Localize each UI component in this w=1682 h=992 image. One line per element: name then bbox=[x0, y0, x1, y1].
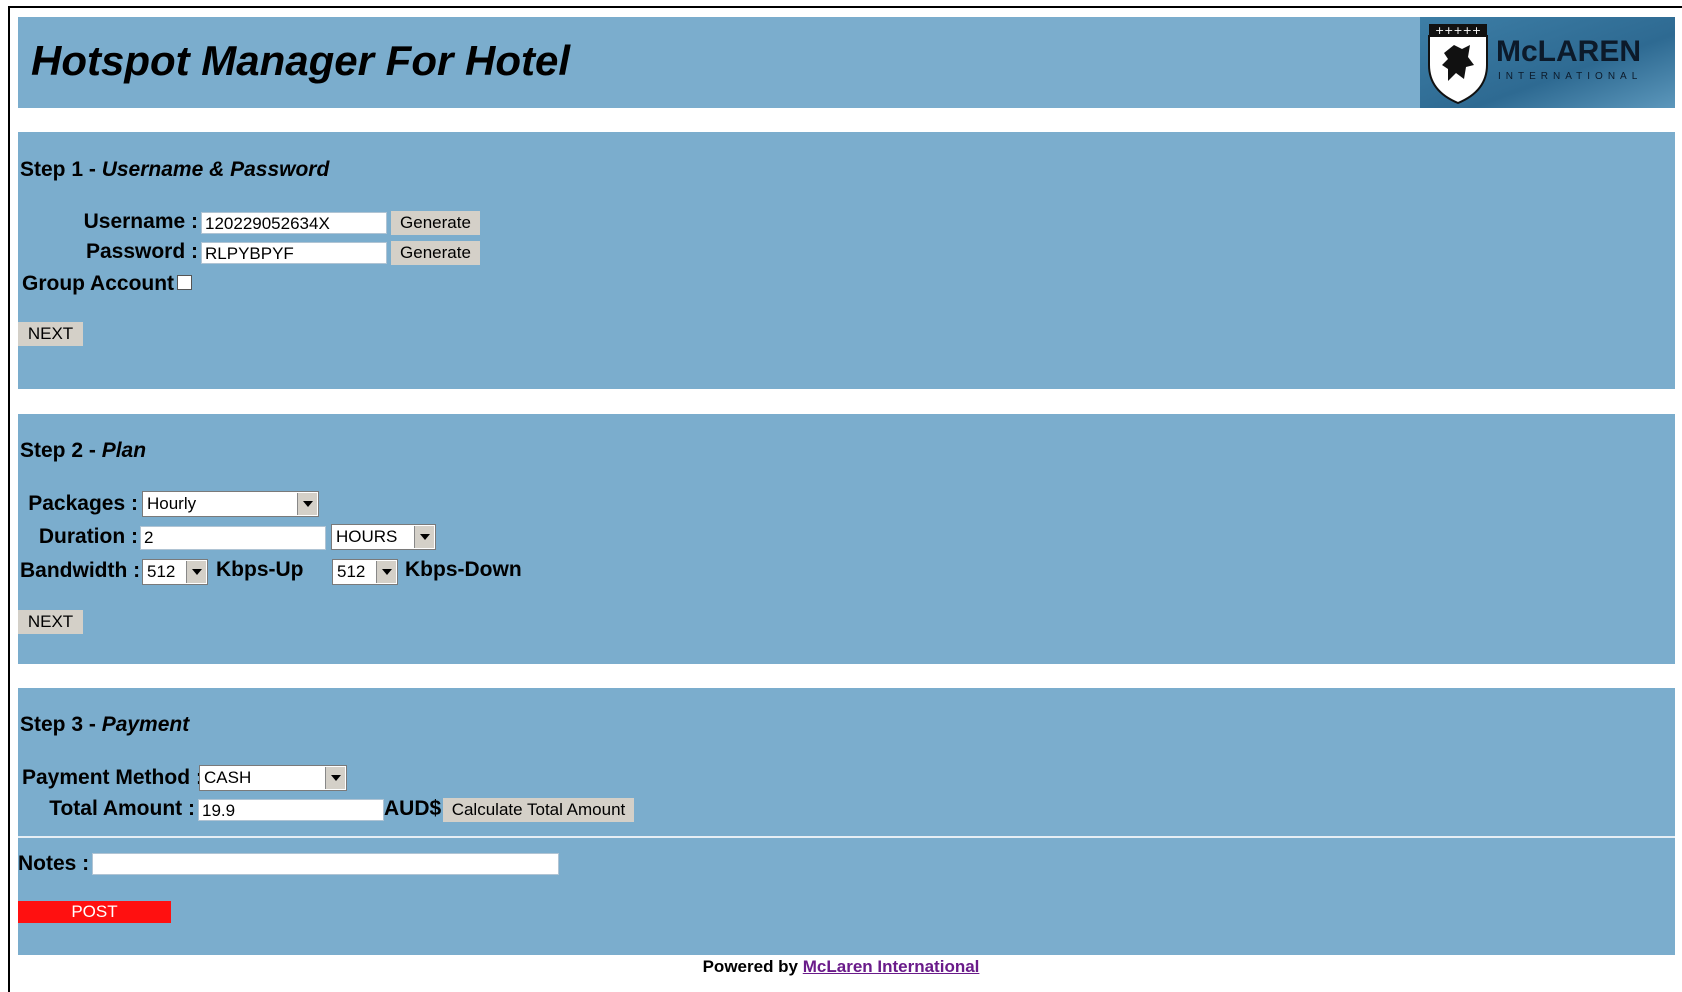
generate-username-button[interactable]: Generate bbox=[391, 211, 480, 235]
step2-heading-prefix: Step 2 - bbox=[20, 439, 102, 462]
bandwidth-up-unit: Kbps-Up bbox=[216, 558, 304, 581]
packages-select[interactable]: Hourly bbox=[142, 491, 319, 517]
duration-label: Duration : bbox=[38, 525, 138, 548]
group-account-label: Group Account bbox=[22, 272, 175, 295]
currency-label: AUD$ bbox=[384, 797, 442, 820]
step2-panel: Step 2 - Plan Packages : Hourly Duration… bbox=[18, 414, 1675, 664]
packages-label: Packages : bbox=[28, 492, 138, 515]
shield-lion-icon: +++++ bbox=[1428, 24, 1488, 105]
powered-by-text: Powered by bbox=[702, 957, 799, 976]
page-title: Hotspot Manager For Hotel bbox=[31, 37, 571, 84]
bandwidth-down-select[interactable]: 512 bbox=[332, 559, 398, 585]
calculate-total-button[interactable]: Calculate Total Amount bbox=[443, 798, 634, 822]
step2-heading-name: Plan bbox=[101, 439, 147, 462]
total-amount-label: Total Amount : bbox=[49, 797, 195, 820]
footer: Powered by McLaren International bbox=[0, 957, 1682, 977]
duration-input[interactable]: 2 bbox=[140, 526, 326, 550]
packages-select-value: Hourly bbox=[147, 494, 197, 513]
chevron-down-icon bbox=[376, 561, 396, 583]
duration-unit-select[interactable]: HOURS bbox=[331, 524, 436, 550]
logo-subtext: INTERNATIONAL bbox=[1498, 71, 1642, 82]
bandwidth-up-value: 512 bbox=[147, 562, 176, 581]
payment-method-value: CASH bbox=[204, 768, 252, 787]
notes-input[interactable] bbox=[92, 853, 559, 875]
mclaren-link[interactable]: McLaren International bbox=[803, 957, 980, 976]
post-button[interactable]: POST bbox=[18, 901, 171, 923]
step3-heading-name: Payment bbox=[101, 713, 190, 736]
bandwidth-down-value: 512 bbox=[337, 562, 366, 581]
step1-heading-name: Username & Password bbox=[101, 158, 330, 181]
chevron-down-icon bbox=[186, 561, 206, 583]
chevron-down-icon bbox=[325, 767, 345, 789]
password-input[interactable]: RLPYBPYF bbox=[201, 242, 387, 264]
payment-method-select[interactable]: CASH bbox=[199, 765, 347, 791]
header-bar: Hotspot Manager For Hotel +++++ McLAREN … bbox=[18, 17, 1675, 108]
step2-heading: Step 2 - Plan bbox=[20, 439, 146, 463]
section-divider bbox=[18, 836, 1675, 838]
step1-panel: Step 1 - Username & Password Username : … bbox=[18, 132, 1675, 389]
duration-unit-value: HOURS bbox=[336, 527, 398, 546]
group-account-checkbox[interactable] bbox=[177, 275, 192, 290]
username-input[interactable]: 120229052634X bbox=[201, 212, 387, 234]
step3-heading-prefix: Step 3 - bbox=[20, 713, 102, 736]
username-label: Username : bbox=[83, 210, 198, 233]
generate-password-button[interactable]: Generate bbox=[391, 241, 480, 265]
step3-panel: Step 3 - Payment Payment Method : CASH T… bbox=[18, 688, 1675, 955]
step1-next-button[interactable]: NEXT bbox=[18, 322, 83, 346]
total-amount-input[interactable]: 19.9 bbox=[198, 799, 384, 821]
step2-next-button[interactable]: NEXT bbox=[18, 610, 83, 634]
step1-heading: Step 1 - Username & Password bbox=[20, 158, 329, 182]
bandwidth-label: Bandwidth : bbox=[20, 559, 141, 582]
bandwidth-up-select[interactable]: 512 bbox=[142, 559, 208, 585]
notes-label: Notes : bbox=[18, 852, 90, 875]
step3-heading: Step 3 - Payment bbox=[20, 713, 189, 737]
bandwidth-down-unit: Kbps-Down bbox=[405, 558, 522, 581]
payment-method-label: Payment Method : bbox=[22, 766, 203, 789]
chevron-down-icon bbox=[414, 526, 434, 548]
logo-text: McLAREN bbox=[1496, 35, 1641, 68]
chevron-down-icon bbox=[297, 493, 317, 515]
company-logo: +++++ McLAREN INTERNATIONAL bbox=[1420, 17, 1675, 108]
step1-heading-prefix: Step 1 - bbox=[20, 158, 102, 181]
password-label: Password : bbox=[85, 240, 198, 263]
